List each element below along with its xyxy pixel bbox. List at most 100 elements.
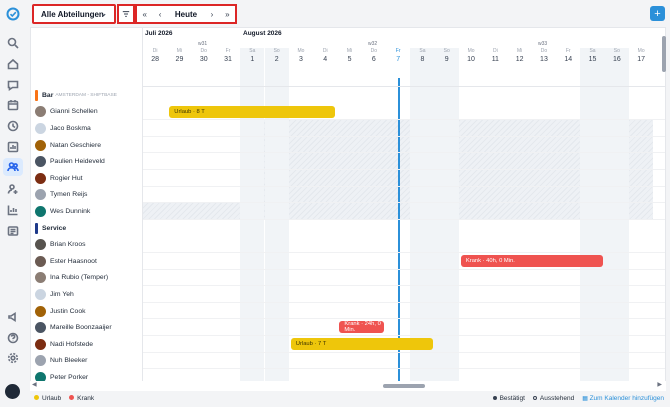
settings-gear-icon[interactable] <box>6 351 20 365</box>
employee-row[interactable]: Paulien Heideveld <box>35 153 105 170</box>
header-divider <box>143 86 665 87</box>
reports-icon[interactable] <box>6 140 20 154</box>
employee-row[interactable]: Jaco Boskma <box>35 120 91 137</box>
employee-row[interactable]: Justin Cook <box>35 303 86 320</box>
employee-avatar <box>35 122 46 134</box>
vacation-event[interactable]: Urlaub · 7 T <box>290 338 433 350</box>
employee-row[interactable]: Ester Haasnoot <box>35 253 97 270</box>
documents-icon[interactable] <box>6 224 20 238</box>
day-number: 14 <box>564 56 573 63</box>
employee-avatar <box>35 255 46 267</box>
legend-sick: Krank <box>69 395 94 402</box>
day-number: 13 <box>540 56 548 63</box>
employee-row[interactable]: Brian Kroos <box>35 236 86 253</box>
employee-row[interactable]: Nuh Bleeker <box>35 353 87 370</box>
employee-name: Natan Geschiere <box>50 141 102 149</box>
day-number: 12 <box>515 56 524 63</box>
employee-row[interactable]: Ina Rubio (Temper) <box>35 270 108 287</box>
day-number: 3 <box>298 56 303 63</box>
employee-avatar <box>35 338 46 350</box>
day-of-week: So <box>443 48 450 54</box>
chevron-down-icon: ⌄ <box>100 9 107 18</box>
employee-row[interactable]: Wes Dunnink <box>35 203 90 220</box>
week-label: w33 <box>538 41 548 47</box>
scroll-right-icon[interactable]: ▶ <box>657 381 662 388</box>
add-user-icon[interactable] <box>6 182 20 196</box>
legend-vacation-label: Urlaub <box>42 394 62 402</box>
shiftbase-logo[interactable] <box>6 7 20 21</box>
day-of-week: Di <box>152 48 158 54</box>
horizontal-scroll-thumb[interactable] <box>383 384 425 388</box>
employee-row[interactable]: Natan Geschiere <box>35 137 101 154</box>
announcements-icon[interactable] <box>6 310 20 324</box>
employee-row[interactable]: Rogier Hut <box>35 170 83 187</box>
employee-row[interactable]: Tymen Reijs <box>35 187 87 204</box>
day-of-week: Sa <box>249 48 256 54</box>
row-divider <box>143 335 665 336</box>
pending-dot-icon <box>532 395 537 400</box>
day-header: Do 30 <box>192 48 216 63</box>
employees-icon[interactable] <box>3 158 23 176</box>
employee-avatar <box>35 288 46 300</box>
app-window: Alle Abteilungen ⌄ « ‹ Heute › » + Bar AM… <box>0 0 670 407</box>
day-of-week: Do <box>200 48 207 54</box>
employee-row[interactable]: Mareille Boonzaaijer <box>35 319 112 336</box>
day-of-week: Mi <box>346 48 353 54</box>
horizontal-scrollbar[interactable]: ◀ ▶ <box>30 381 666 391</box>
day-header: Fr 31 <box>216 48 240 63</box>
employee-avatar <box>35 139 46 151</box>
first-period-button[interactable]: « <box>137 6 152 22</box>
filter-icon <box>122 11 130 17</box>
group-header[interactable]: Bar AMSTERDAM - SHIFTBASE <box>35 87 117 104</box>
day-number: 29 <box>175 56 184 63</box>
group-subtitle: AMSTERDAM - SHIFTBASE <box>55 92 117 98</box>
day-of-week: Mo <box>467 48 475 54</box>
absence-calendar: Bar AMSTERDAM - SHIFTBASE Gianni Schellen J… <box>30 27 666 391</box>
approved-dot-icon <box>492 395 497 400</box>
statistics-icon[interactable] <box>6 203 20 217</box>
messages-icon[interactable] <box>6 78 20 92</box>
timesheet-icon[interactable] <box>6 119 20 133</box>
day-header: Sa 15 <box>580 48 604 63</box>
employee-row[interactable]: Nadi Hofstede <box>35 336 93 353</box>
add-to-calendar-link[interactable]: ▦ Zum Kalender hinzufügen <box>582 395 664 402</box>
employee-name: Tymen Reijs <box>50 191 88 199</box>
day-header: Sa 1 <box>240 48 264 63</box>
user-avatar[interactable] <box>5 384 20 399</box>
employee-name: Paulien Heideveld <box>50 158 105 166</box>
vertical-scrollbar[interactable] <box>662 36 666 72</box>
employee-row[interactable]: Gianni Schellen <box>35 104 98 121</box>
day-number: 7 <box>396 56 401 63</box>
row-divider <box>143 301 665 303</box>
legend-approved: Bestätigt <box>492 395 525 402</box>
group-header[interactable]: Service <box>35 220 68 237</box>
last-period-button[interactable]: » <box>220 6 235 22</box>
employee-name: Nadi Hofstede <box>50 340 94 348</box>
employee-name: Nuh Bleeker <box>50 357 88 365</box>
department-select[interactable]: Alle Abteilungen ⌄ <box>32 4 116 24</box>
employee-avatar <box>35 239 46 251</box>
vacation-event[interactable]: Urlaub · 8 T <box>169 105 336 118</box>
sick-event[interactable]: Krank · 40h, 0 Min. <box>460 255 603 267</box>
schedule-icon[interactable] <box>6 98 20 112</box>
scroll-left-icon[interactable]: ◀ <box>32 381 37 388</box>
today-button[interactable]: Heute <box>168 6 205 22</box>
day-number: 16 <box>612 56 621 63</box>
sick-dot-icon <box>69 395 75 401</box>
filter-button[interactable] <box>117 4 135 24</box>
next-period-button[interactable]: › <box>204 6 219 22</box>
date-navigation: « ‹ Heute › » <box>135 4 237 24</box>
add-button[interactable]: + <box>650 6 665 21</box>
day-header: Fr 7 <box>386 48 410 63</box>
day-header: So 2 <box>265 48 289 63</box>
day-of-week: Sa <box>589 48 596 54</box>
day-number: 28 <box>151 56 160 63</box>
dashboard-icon[interactable] <box>6 57 20 71</box>
employee-row[interactable]: Jim Yeh <box>35 286 74 303</box>
search-icon[interactable] <box>6 36 20 50</box>
day-of-week: Sa <box>419 48 426 54</box>
help-icon[interactable] <box>6 331 20 345</box>
prev-period-button[interactable]: ‹ <box>152 6 167 22</box>
employee-avatar <box>35 205 46 217</box>
sick-event[interactable]: Krank · 24h, 0 Min. <box>339 321 384 334</box>
